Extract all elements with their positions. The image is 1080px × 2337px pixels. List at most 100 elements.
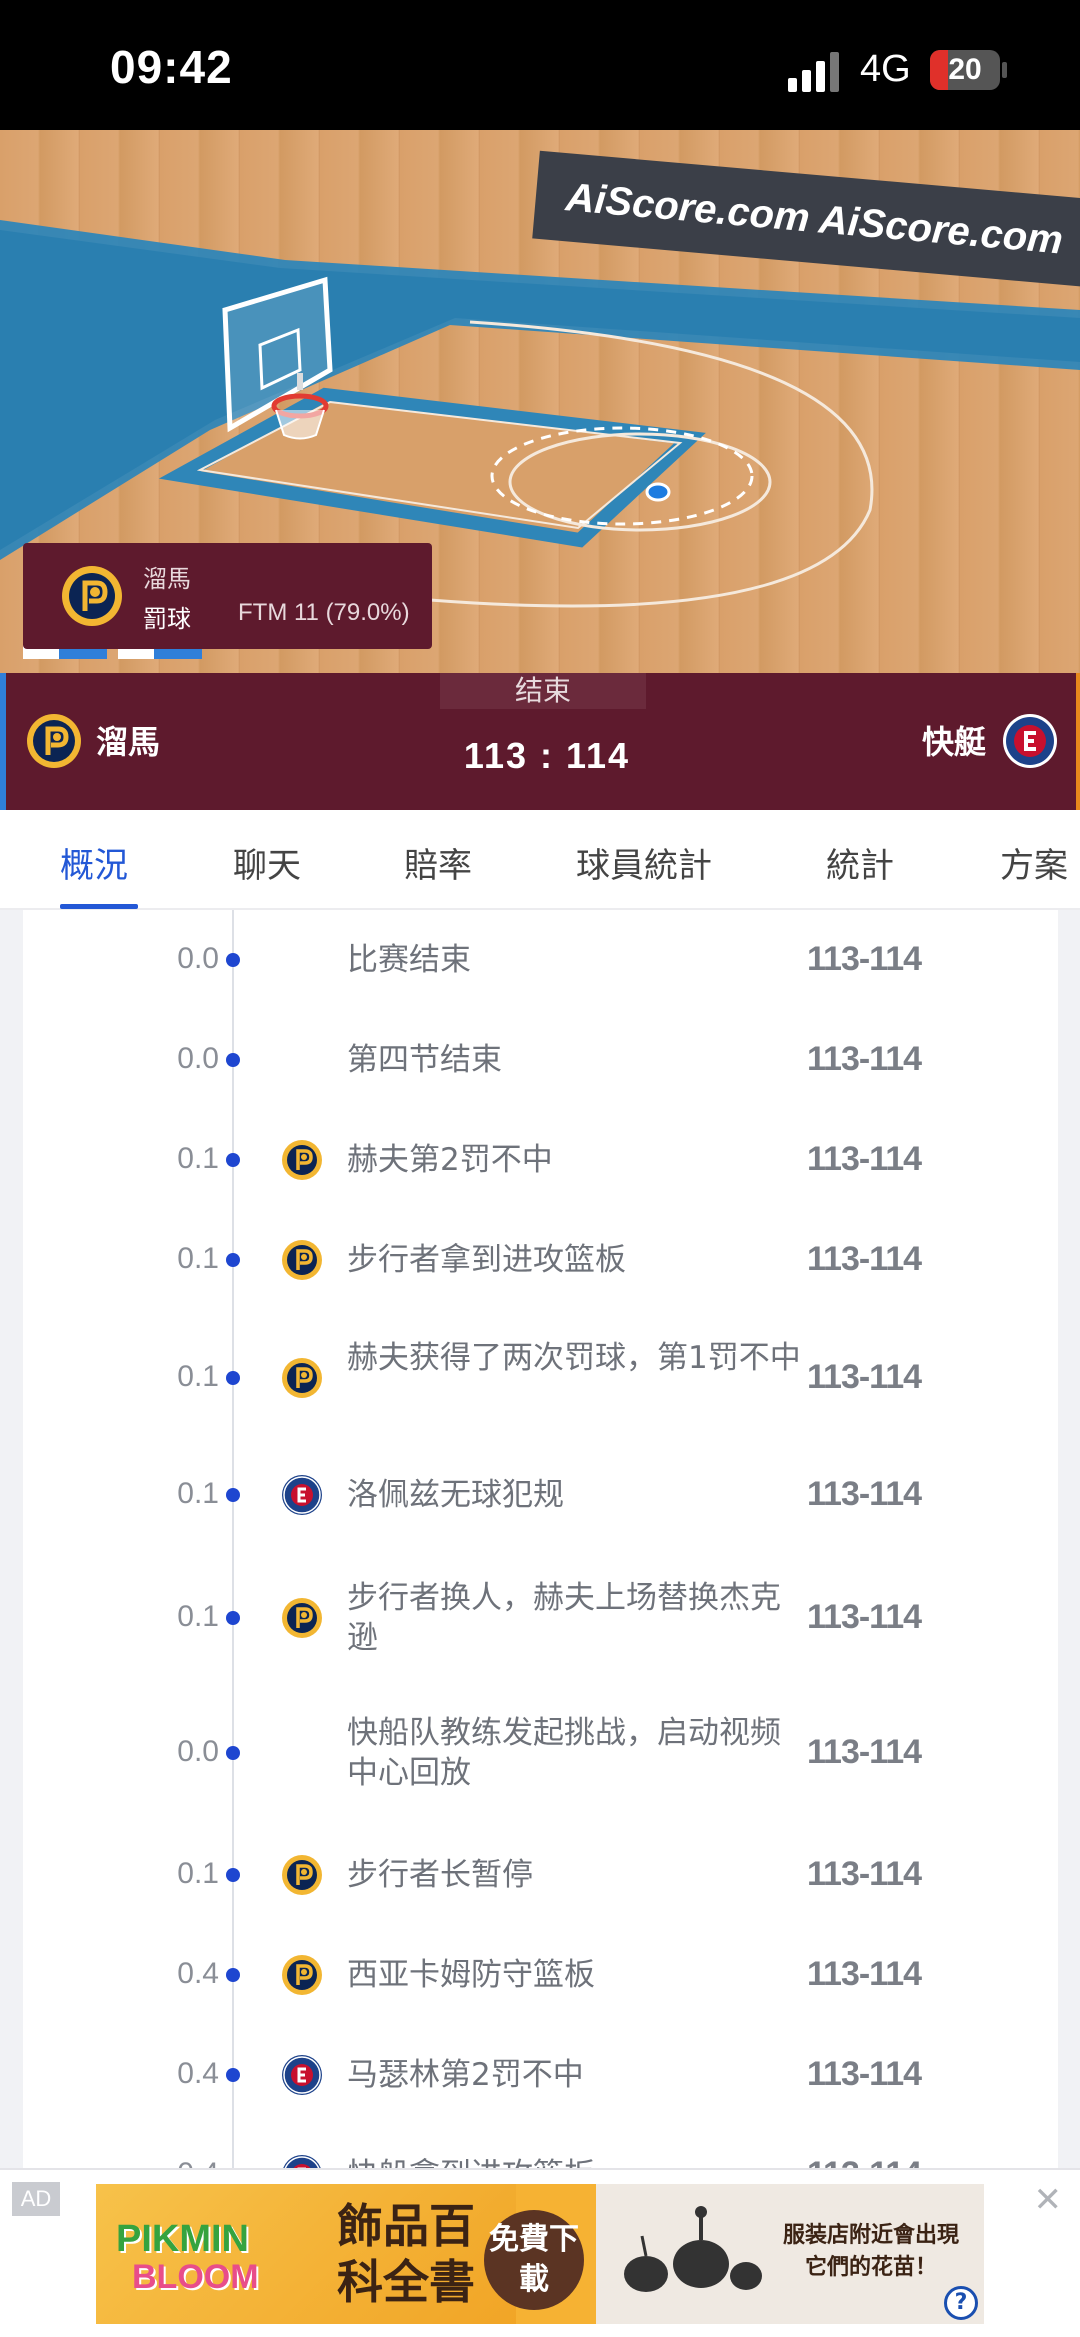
pacers-logo-icon <box>281 1139 323 1181</box>
event-score: 113-114 <box>807 2055 922 2093</box>
clippers-logo-icon <box>281 1474 323 1516</box>
timeline-row: 0.4快船拿到进攻篮板113-114 <box>23 2125 1058 2170</box>
timeline-row: 0.0 第四节结束 113-114 <box>23 1010 1058 1110</box>
active-tab-indicator <box>60 904 138 909</box>
event-score: 113-114 <box>807 1955 922 1993</box>
timeline-dot <box>226 1153 240 1167</box>
event-score: 113-114 <box>807 1140 922 1178</box>
event-type: 罰球 <box>143 605 191 633</box>
ad-right-panel: 服装店附近會出現它們的花苗！ <box>596 2184 984 2324</box>
event-time: 0.1 <box>177 1599 219 1633</box>
timeline-dot <box>226 1610 240 1625</box>
status-time: 09:42 <box>110 41 233 93</box>
event-stat: FTM 11 (79.0%) <box>238 599 410 626</box>
timeline-dot <box>226 1253 240 1267</box>
ad-subtitle: 服装店附近會出現它們的花苗！ <box>782 2223 959 2280</box>
event-team: 溜馬 <box>143 565 191 593</box>
timeline-dot <box>226 953 240 967</box>
event-score: 113-114 <box>807 1357 922 1396</box>
tab-plans[interactable]: 方案 <box>1000 838 1068 887</box>
timeline-row: 0.1 步行者长暂停 113-114 <box>23 1825 1058 1925</box>
timeline-dot <box>226 1968 240 1982</box>
event-description: 赫夫获得了两次罚球，第1罚不中 <box>347 1339 801 1376</box>
pacers-logo-icon <box>62 566 122 626</box>
timeline-row: 0.0 快船队教练发起挑战，启动视频中心回放 113-114 <box>23 1685 1058 1820</box>
pacers-logo-icon <box>281 1239 323 1281</box>
event-time: 0.0 <box>177 1042 219 1075</box>
pacers-logo-icon <box>281 1854 323 1896</box>
pikmin-characters-icon <box>624 2206 762 2292</box>
event-score: 113-114 <box>807 940 922 978</box>
scoreboard: 结束 溜馬 113 : 114 快艇 <box>0 673 1080 810</box>
clippers-logo-icon <box>281 2054 323 2096</box>
event-time: 0.4 <box>177 1957 219 1990</box>
pacers-logo-icon <box>281 1954 323 1996</box>
event-description: 步行者换人，赫夫上场替换杰克逊 <box>347 1579 781 1656</box>
event-description: 步行者拿到进攻篮板 <box>347 1242 626 1278</box>
event-description: 步行者长暂停 <box>347 1857 533 1893</box>
battery-icon: 20 <box>930 50 1000 90</box>
ad-banner[interactable]: AD ✕ PIKMIN BLOOM 飾品百科全書 服装店附近會出現它們的花苗！ … <box>0 2168 1080 2337</box>
event-description: 第四节结束 <box>347 1042 502 1078</box>
final-score: 113 : 114 <box>463 735 631 776</box>
event-time: 0.1 <box>177 1477 219 1510</box>
network-type: 4G <box>860 48 911 90</box>
timeline-row: 0.4 西亚卡姆防守篮板 113-114 <box>23 1925 1058 2025</box>
play-by-play-list[interactable]: 0.0 比赛结束 113-114 0.0 第四节结束 113-114 0.1 赫夫第2罚不中 1… <box>23 910 1058 2170</box>
timeline-dot <box>226 1053 240 1067</box>
timeline-row: 0.1 赫夫第2罚不中 113-114 <box>23 1110 1058 1210</box>
tab-bar: 概況 聊天 賠率 球員統計 統計 方案 <box>0 810 1080 910</box>
timeline-dot <box>226 1868 240 1882</box>
event-description: 洛佩兹无球犯规 <box>347 1477 564 1513</box>
ad-brand-sub: BLOOM <box>132 2258 259 2296</box>
timeline-dot <box>226 1745 240 1760</box>
event-time: 0.0 <box>177 942 219 975</box>
event-popup: 溜馬 罰球 FTM 11 (79.0%) <box>23 543 432 649</box>
timeline-row: 0.1 步行者换人，赫夫上场替换杰克逊 113-114 <box>23 1550 1058 1685</box>
event-score: 113-114 <box>807 1040 922 1078</box>
timeline-row: 0.0 比赛结束 113-114 <box>23 910 1058 1010</box>
status-bar: 09:42 4G 20 <box>0 0 1080 130</box>
event-description: 马瑟林第2罚不中 <box>347 2057 584 2093</box>
pacers-logo-icon <box>281 1597 323 1639</box>
court-animation[interactable]: AiScore.com AiScore.com 1 ✕ 2 ✕ 溜馬 罰球 FT… <box>0 130 1080 673</box>
event-time: 0.1 <box>177 1359 219 1393</box>
event-time: 0.4 <box>177 2057 219 2090</box>
timeline-row: 0.4 马瑟林第2罚不中 113-114 <box>23 2025 1058 2125</box>
battery-cap <box>1002 62 1007 78</box>
battery-level: 20 <box>948 53 982 86</box>
timeline-dot <box>226 1488 240 1502</box>
event-description: 比赛结束 <box>347 942 471 978</box>
tab-chat[interactable]: 聊天 <box>233 838 301 887</box>
signal-icon <box>788 52 839 92</box>
away-team-name: 快艇 <box>921 723 986 761</box>
tab-stats[interactable]: 統計 <box>826 838 894 887</box>
event-description: 赫夫第2罚不中 <box>347 1142 553 1178</box>
timeline-row: 0.1 赫夫获得了两次罚球，第1罚不中 113-114 <box>23 1310 1058 1445</box>
pacers-logo-icon <box>281 1357 323 1399</box>
event-score: 113-114 <box>807 1475 922 1513</box>
ad-download-button[interactable]: 免費下載 <box>484 2210 584 2310</box>
event-description: 西亚卡姆防守篮板 <box>347 1957 595 1993</box>
event-time: 0.1 <box>177 1857 219 1890</box>
clippers-logo-icon <box>1003 714 1057 768</box>
event-score: 113-114 <box>807 1732 922 1771</box>
event-time: 0.1 <box>177 1142 219 1175</box>
event-score: 113-114 <box>807 1855 922 1893</box>
help-icon[interactable]: ? <box>944 2286 978 2320</box>
tab-odds[interactable]: 賠率 <box>404 838 472 887</box>
event-time: 0.1 <box>177 1242 219 1275</box>
ad-label: AD <box>12 2182 60 2216</box>
ad-close-icon[interactable]: ✕ <box>1034 2180 1063 2220</box>
tab-overview[interactable]: 概況 <box>60 838 128 887</box>
ad-brand: PIKMIN <box>116 2218 249 2260</box>
match-status: 结束 <box>440 673 646 709</box>
event-score: 113-114 <box>807 1240 922 1278</box>
timeline-row: 0.1 洛佩兹无球犯规 113-114 <box>23 1445 1058 1545</box>
event-score: 113-114 <box>807 1597 922 1636</box>
timeline-dot <box>226 1370 240 1385</box>
ad-creative[interactable]: PIKMIN BLOOM 飾品百科全書 服装店附近會出現它們的花苗！ 免費下載 … <box>96 2184 984 2324</box>
event-description: 快船队教练发起挑战，启动视频中心回放 <box>347 1714 781 1791</box>
event-time: 0.0 <box>177 1734 219 1768</box>
tab-player-stats[interactable]: 球員統計 <box>576 838 712 887</box>
